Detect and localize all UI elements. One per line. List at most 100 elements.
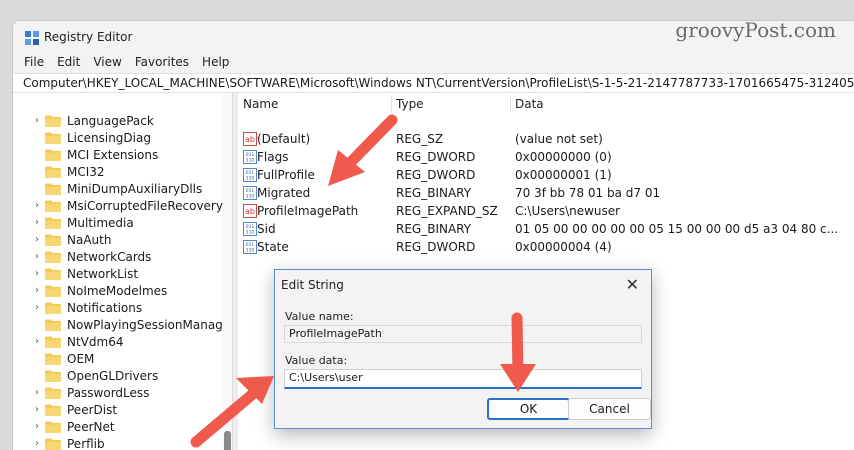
svg-text:110: 110 xyxy=(246,248,255,254)
column-divider[interactable] xyxy=(510,95,511,111)
folder-icon xyxy=(45,149,61,161)
chevron-right-icon[interactable]: › xyxy=(31,251,43,263)
tree-item[interactable]: › NaAuth xyxy=(31,231,111,248)
tree-scrollbar[interactable] xyxy=(223,93,232,450)
tree-item[interactable]: NowPlayingSessionManager xyxy=(31,316,232,333)
tree-item[interactable]: MCI Extensions xyxy=(31,146,158,163)
registry-value-row[interactable]: 011 110 FullProfile REG_DWORD 0x00000001 (1) xyxy=(239,167,854,185)
tree-item-label: NetworkList xyxy=(67,266,139,281)
tree-item[interactable]: OpenGLDrivers xyxy=(31,367,158,384)
folder-icon xyxy=(45,438,61,450)
folder-icon xyxy=(45,285,61,297)
value-name: Migrated xyxy=(257,186,311,200)
registry-value-row[interactable]: 011 110 Flags REG_DWORD 0x00000000 (0) xyxy=(239,149,854,167)
tree-item[interactable]: MCI32 xyxy=(31,163,105,180)
tree-item-label: NtVdm64 xyxy=(67,334,124,349)
value-type: REG_BINARY xyxy=(396,222,472,236)
tree-item[interactable]: › LanguagePack xyxy=(31,112,154,129)
tree-item-label: OEM xyxy=(67,351,95,366)
chevron-right-icon[interactable]: › xyxy=(31,387,43,399)
close-icon[interactable]: ✕ xyxy=(626,275,639,294)
column-divider[interactable] xyxy=(391,95,392,111)
tree-item[interactable]: › Notifications xyxy=(31,299,142,316)
folder-icon xyxy=(45,200,61,212)
tree-item-label: MsiCorruptedFileRecovery xyxy=(67,198,223,213)
chevron-right-icon[interactable]: › xyxy=(31,421,43,433)
value-type: REG_DWORD xyxy=(396,168,476,182)
folder-icon xyxy=(45,166,61,178)
value-name-label: Value name: xyxy=(285,310,354,323)
svg-text:110: 110 xyxy=(246,158,255,164)
svg-text:ab: ab xyxy=(245,135,255,144)
chevron-right-icon[interactable]: › xyxy=(31,302,43,314)
tree-item[interactable]: › NetworkCards xyxy=(31,248,151,265)
column-header-name[interactable]: Name xyxy=(243,97,278,111)
registry-value-row[interactable]: 011 110 State REG_DWORD 0x00000004 (4) xyxy=(239,239,854,257)
tree-item[interactable]: › NoImeModelmes xyxy=(31,282,167,299)
folder-icon xyxy=(45,251,61,263)
value-data: 70 3f bb 78 01 ba d7 01 xyxy=(515,186,661,200)
chevron-right-icon[interactable]: › xyxy=(31,438,43,450)
tree-item-label: LicensingDiag xyxy=(67,130,151,145)
menu-help[interactable]: Help xyxy=(202,53,229,73)
menu-view[interactable]: View xyxy=(93,53,121,73)
menu-edit[interactable]: Edit xyxy=(57,53,80,73)
tree-item-label: NaAuth xyxy=(67,232,112,247)
tree-item[interactable]: › PeerDist xyxy=(31,401,117,418)
registry-value-row[interactable]: ab ProfileImagePath REG_EXPAND_SZ C:\Users\… xyxy=(239,203,854,221)
tree-item[interactable]: LicensingDiag xyxy=(31,129,151,146)
value-data: 01 05 00 00 00 00 00 05 15 00 00 00 d5 a… xyxy=(515,222,839,236)
address-bar[interactable]: Computer\HKEY_LOCAL_MACHINE\SOFTWARE\Mic… xyxy=(13,73,854,93)
menu-file[interactable]: File xyxy=(24,53,44,73)
registry-value-row[interactable]: 011 110 Migrated REG_BINARY 70 3f bb 78 01 b… xyxy=(239,185,854,203)
value-data: (value not set) xyxy=(515,132,603,146)
column-header-data[interactable]: Data xyxy=(515,97,544,111)
tree-scrollbar-thumb[interactable] xyxy=(224,431,231,450)
chevron-right-icon[interactable]: › xyxy=(31,268,43,280)
folder-icon xyxy=(45,268,61,280)
pane-splitter[interactable] xyxy=(232,93,238,450)
binary-value-icon: 011110 xyxy=(243,240,257,254)
menu-favorites[interactable]: Favorites xyxy=(135,53,189,73)
folder-icon xyxy=(45,234,61,246)
tree-item-label: PeerDist xyxy=(67,402,118,417)
registry-value-row[interactable]: 011 110 Sid REG_BINARY 01 05 00 00 00 00 00 … xyxy=(239,221,854,239)
tree-item[interactable]: OEM xyxy=(31,350,94,367)
chevron-right-icon[interactable]: › xyxy=(31,234,43,246)
value-name: ProfileImagePath xyxy=(257,204,359,218)
tree-item[interactable]: › NetworkList xyxy=(31,265,138,282)
ok-button[interactable]: OK xyxy=(487,398,570,420)
binary-value-icon: 011110 xyxy=(243,168,257,182)
folder-icon xyxy=(45,319,61,331)
svg-text:011: 011 xyxy=(246,170,255,176)
tree-item[interactable]: › Perflib xyxy=(31,435,105,450)
value-data-input[interactable]: C:\Users\user xyxy=(284,369,642,389)
registry-value-row[interactable]: ab (Default) REG_SZ (value not set) xyxy=(239,131,854,149)
chevron-right-icon[interactable]: › xyxy=(31,285,43,297)
registry-editor-icon xyxy=(25,31,39,45)
svg-text:110: 110 xyxy=(246,176,255,182)
tree-item[interactable]: › PeerNet xyxy=(31,418,115,435)
registry-tree: › LanguagePack LicensingDiag MCI Extensions… xyxy=(13,93,232,450)
tree-item-label: MCI32 xyxy=(67,164,105,179)
cancel-button[interactable]: Cancel xyxy=(568,398,651,420)
chevron-right-icon[interactable]: › xyxy=(31,115,43,127)
chevron-right-icon[interactable]: › xyxy=(31,336,43,348)
folder-icon xyxy=(45,302,61,314)
chevron-right-icon[interactable]: › xyxy=(31,217,43,229)
chevron-right-icon[interactable]: › xyxy=(31,404,43,416)
svg-text:011: 011 xyxy=(246,224,255,230)
tree-item[interactable]: › NtVdm64 xyxy=(31,333,123,350)
value-data-label: Value data: xyxy=(285,354,348,367)
tree-item[interactable]: › PasswordLess xyxy=(31,384,149,401)
chevron-right-icon[interactable]: › xyxy=(31,200,43,212)
tree-item-label: MCI Extensions xyxy=(67,147,159,162)
column-header-type[interactable]: Type xyxy=(396,97,424,111)
tree-item[interactable]: MiniDumpAuxiliaryDlls xyxy=(31,180,202,197)
tree-item[interactable]: › MsiCorruptedFileRecovery xyxy=(31,197,223,214)
tree-item[interactable]: › Multimedia xyxy=(31,214,134,231)
folder-icon xyxy=(45,404,61,416)
value-name: FullProfile xyxy=(257,168,315,182)
